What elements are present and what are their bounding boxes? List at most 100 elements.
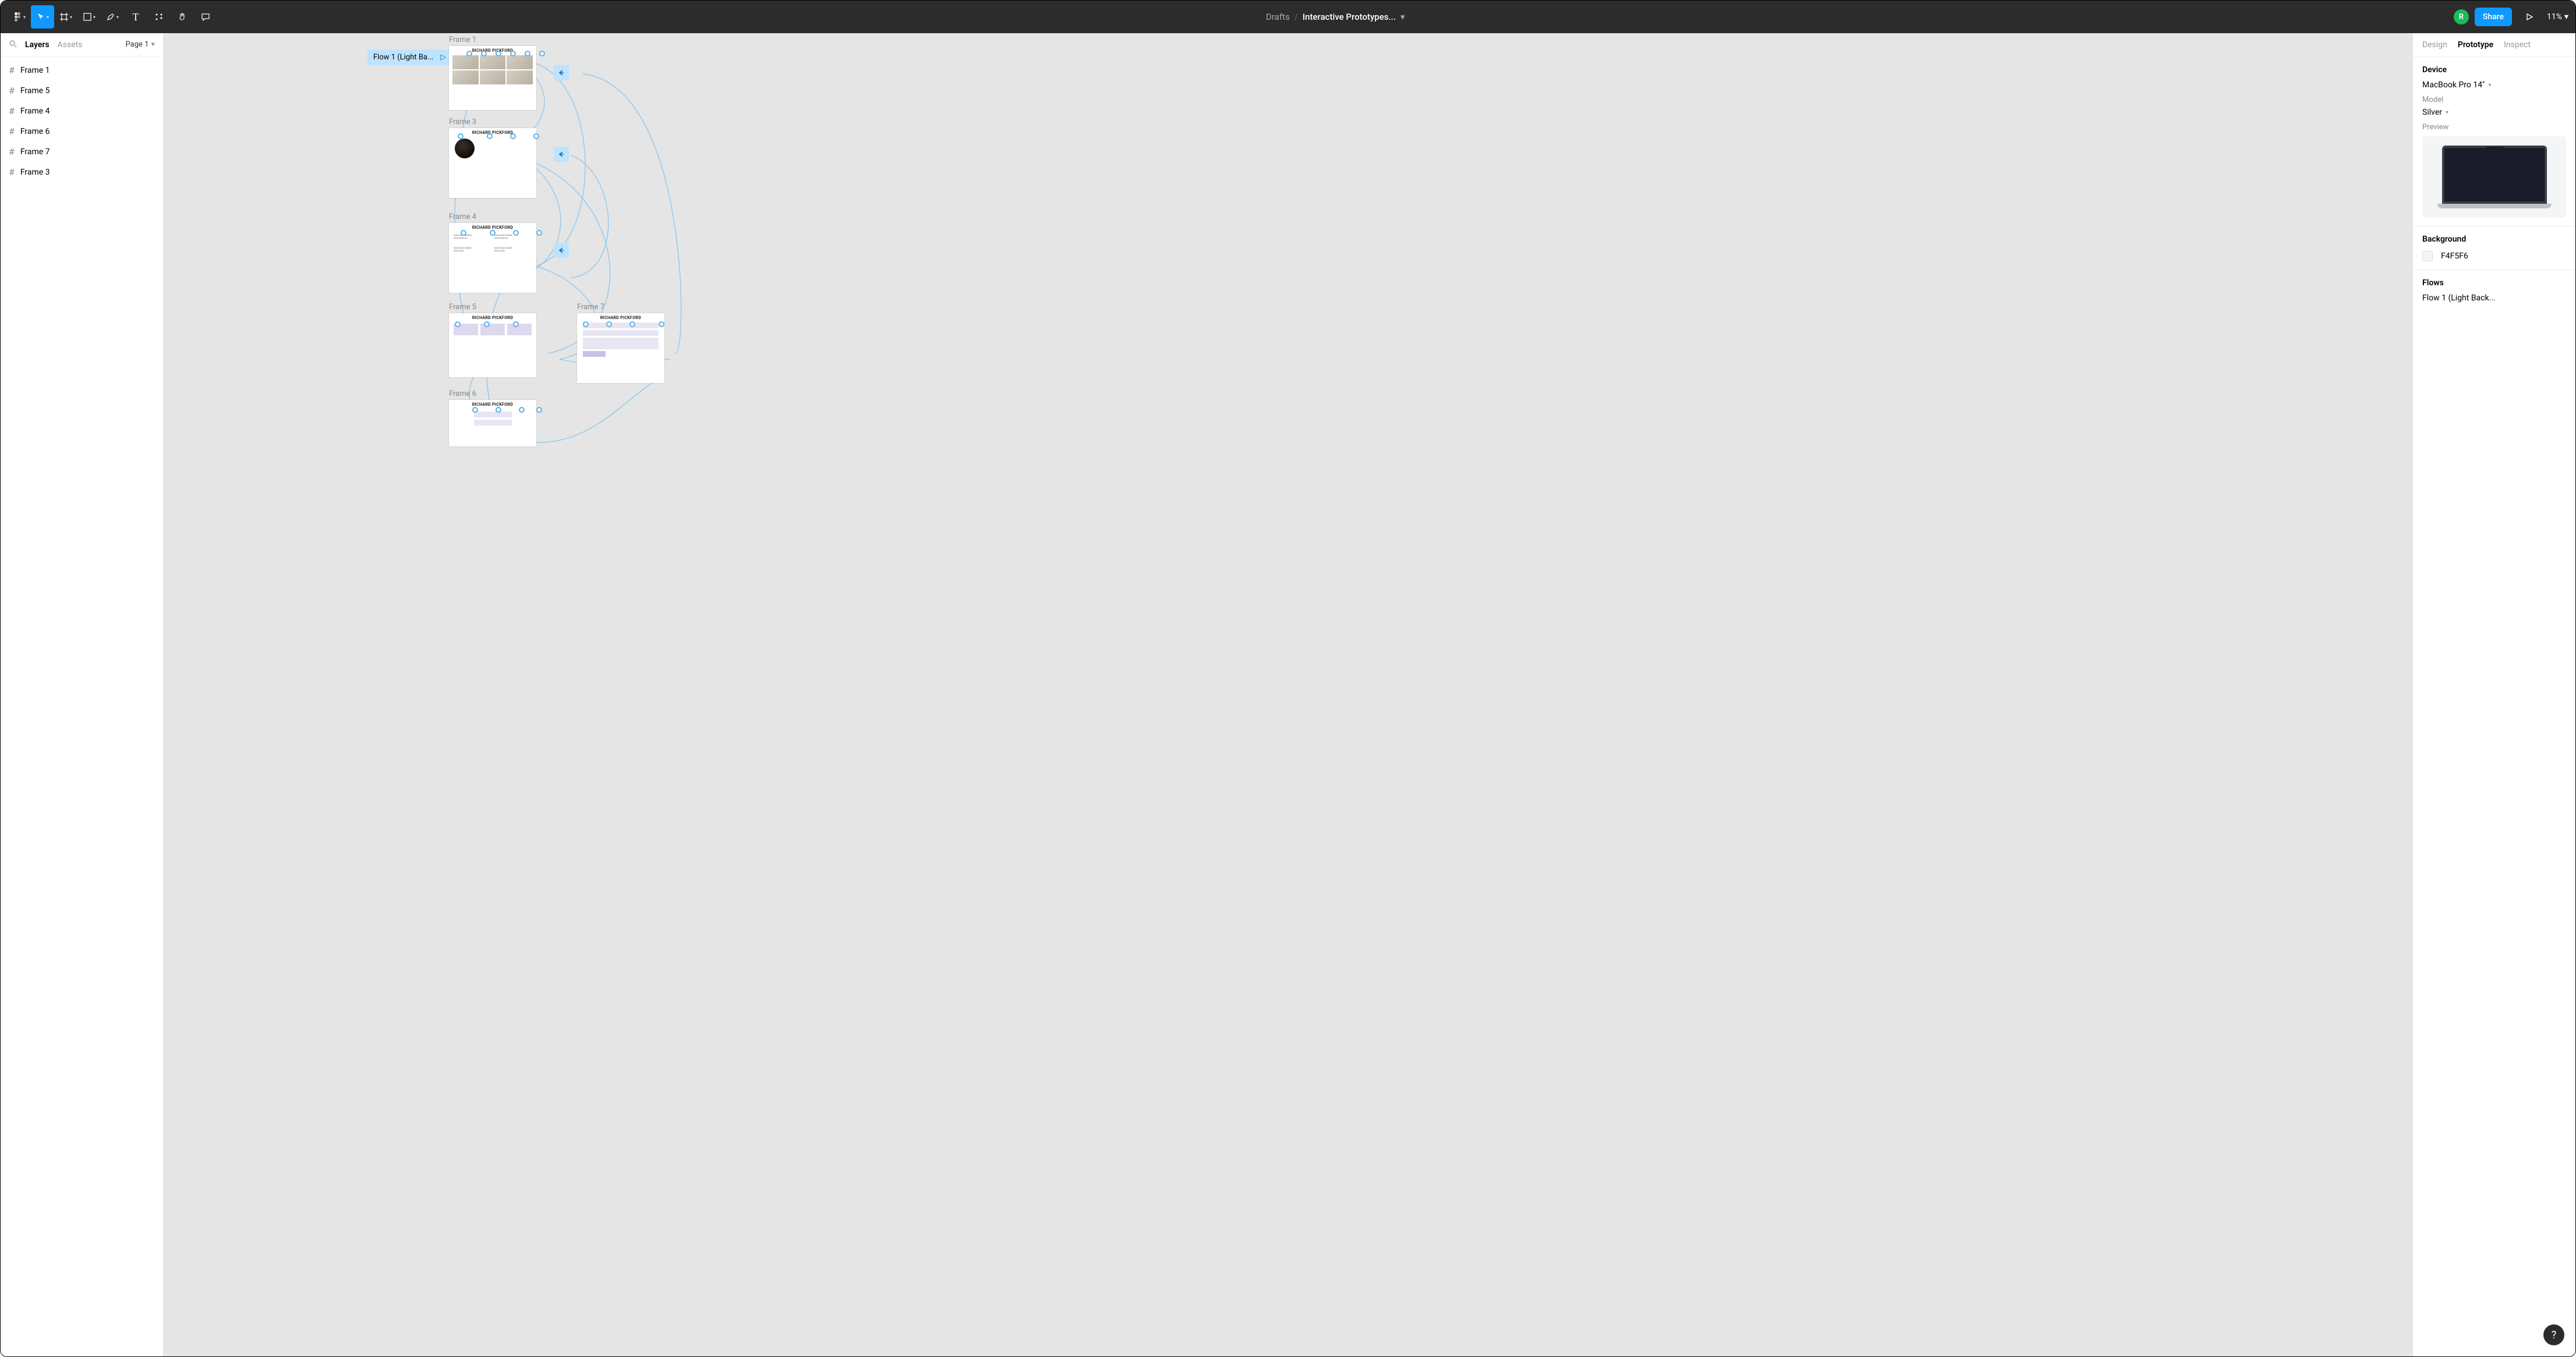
layer-item[interactable]: #Frame 6 bbox=[1, 121, 163, 141]
connection-handle[interactable] bbox=[510, 133, 516, 139]
breadcrumb-root[interactable]: Drafts bbox=[1266, 12, 1290, 22]
hand-tool-button[interactable] bbox=[171, 5, 194, 29]
page-selector[interactable]: Page 1 ▾ bbox=[126, 40, 155, 49]
frame-label[interactable]: Frame 5 bbox=[449, 303, 476, 311]
connection-handle[interactable] bbox=[539, 51, 545, 56]
chevron-down-icon: ▾ bbox=[2446, 109, 2448, 116]
pen-icon bbox=[106, 12, 115, 22]
layer-item[interactable]: #Frame 1 bbox=[1, 60, 163, 80]
connection-handle[interactable] bbox=[510, 51, 516, 56]
background-title: Background bbox=[2422, 235, 2566, 244]
background-value: F4F5F6 bbox=[2441, 251, 2468, 261]
tab-inspect[interactable]: Inspect bbox=[2504, 40, 2531, 49]
present-button[interactable] bbox=[2518, 5, 2541, 29]
connection-handle[interactable] bbox=[606, 321, 612, 327]
connection-handle[interactable] bbox=[513, 230, 519, 236]
connection-handle[interactable] bbox=[629, 321, 635, 327]
layer-item[interactable]: #Frame 4 bbox=[1, 101, 163, 121]
tab-prototype[interactable]: Prototype bbox=[2458, 40, 2493, 49]
connection-handle[interactable] bbox=[519, 407, 525, 413]
frame-label[interactable]: Frame 1 bbox=[449, 36, 476, 44]
thumbnail bbox=[480, 55, 506, 69]
connection-handle[interactable] bbox=[487, 133, 493, 139]
background-section: Background F4F5F6 bbox=[2413, 226, 2575, 270]
comment-tool-button[interactable] bbox=[194, 5, 217, 29]
resources-button[interactable] bbox=[147, 5, 171, 29]
flows-title: Flows bbox=[2422, 278, 2566, 288]
frame-icon bbox=[59, 12, 69, 22]
text-tool-button[interactable]: T bbox=[124, 5, 147, 29]
flow-tag-label: Flow 1 (Light Ba... bbox=[373, 53, 433, 62]
back-interaction-node[interactable] bbox=[554, 65, 569, 80]
device-select[interactable]: MacBook Pro 14" ▾ bbox=[2422, 80, 2566, 90]
chevron-down-icon: ▾ bbox=[47, 15, 49, 20]
device-preview bbox=[2422, 136, 2566, 218]
frame-label[interactable]: Frame 6 bbox=[449, 389, 476, 398]
connection-handle[interactable] bbox=[496, 407, 501, 413]
connection-handle[interactable] bbox=[659, 321, 664, 327]
color-swatch[interactable] bbox=[2422, 251, 2433, 261]
tab-layers[interactable]: Layers bbox=[25, 40, 49, 49]
chevron-down-icon[interactable]: ▾ bbox=[1400, 12, 1405, 22]
layer-item[interactable]: #Frame 5 bbox=[1, 80, 163, 101]
connection-handle[interactable] bbox=[472, 407, 478, 413]
connection-handle[interactable] bbox=[536, 230, 542, 236]
search-icon[interactable] bbox=[9, 39, 17, 50]
connection-handle[interactable] bbox=[458, 133, 463, 139]
share-button[interactable]: Share bbox=[2475, 8, 2512, 26]
connection-handle[interactable] bbox=[513, 321, 519, 327]
flow-start-tag[interactable]: Flow 1 (Light Ba... ▷ bbox=[367, 49, 452, 65]
connection-handle[interactable] bbox=[533, 133, 539, 139]
layer-list: #Frame 1 #Frame 5 #Frame 4 #Frame 6 #Fra… bbox=[1, 56, 163, 186]
connection-handle[interactable] bbox=[481, 51, 487, 56]
tab-design[interactable]: Design bbox=[2422, 40, 2447, 49]
figma-menu-button[interactable]: ▾ bbox=[8, 5, 31, 29]
form-fields bbox=[577, 320, 664, 361]
connection-handle[interactable] bbox=[484, 321, 490, 327]
canvas-frame-1[interactable]: RICHARD PICKFORD bbox=[449, 46, 536, 110]
move-tool-button[interactable]: ▾ bbox=[31, 5, 54, 29]
frame-label[interactable]: Frame 3 bbox=[449, 118, 476, 126]
help-button[interactable]: ? bbox=[2543, 1324, 2564, 1345]
rectangle-icon bbox=[83, 12, 92, 22]
background-row[interactable]: F4F5F6 bbox=[2422, 250, 2566, 261]
cursor-icon bbox=[36, 12, 45, 22]
connection-handle[interactable] bbox=[583, 321, 589, 327]
layer-item[interactable]: #Frame 3 bbox=[1, 162, 163, 182]
connection-handle[interactable] bbox=[525, 51, 530, 56]
resources-icon bbox=[154, 12, 164, 22]
canvas-frame-7[interactable]: RICHARD PICKFORD bbox=[577, 313, 664, 383]
connection-handle[interactable] bbox=[455, 321, 461, 327]
model-select[interactable]: Silver ▾ bbox=[2422, 108, 2566, 117]
shape-tool-button[interactable]: ▾ bbox=[77, 5, 101, 29]
text-columns: ■■■■ ■■■ ■■■■■■■■ ■■■■■■■■ ■■■ ■■■■■■■■ … bbox=[449, 243, 536, 256]
back-interaction-node[interactable] bbox=[554, 147, 569, 162]
connection-handle[interactable] bbox=[490, 230, 496, 236]
connection-handle[interactable] bbox=[496, 51, 501, 56]
connection-handle[interactable] bbox=[536, 407, 542, 413]
toolbar-title-area: Drafts / Interactive Prototypes... ▾ bbox=[217, 12, 2454, 22]
left-panel-tabs: Layers Assets bbox=[25, 40, 118, 49]
tab-assets[interactable]: Assets bbox=[58, 40, 83, 49]
frame-label[interactable]: Frame 4 bbox=[449, 212, 476, 221]
layer-label: Frame 1 bbox=[20, 66, 50, 75]
frame-heading: RICHARD PICKFORD bbox=[449, 400, 536, 407]
zoom-control[interactable]: 11% ▾ bbox=[2547, 12, 2568, 22]
back-interaction-node[interactable] bbox=[554, 243, 569, 258]
connection-handle[interactable] bbox=[461, 230, 466, 236]
thumbnail bbox=[507, 55, 533, 69]
file-title[interactable]: Interactive Prototypes... bbox=[1303, 12, 1396, 22]
canvas-frame-5[interactable]: RICHARD PICKFORD bbox=[449, 313, 536, 377]
pen-tool-button[interactable]: ▾ bbox=[101, 5, 124, 29]
figma-logo-icon bbox=[13, 12, 22, 22]
play-icon: ▷ bbox=[440, 53, 446, 62]
canvas[interactable]: Flow 1 (Light Ba... ▷ bbox=[164, 33, 2412, 1356]
flow-item[interactable]: Flow 1 (Light Back... bbox=[2422, 293, 2566, 303]
connection-handle[interactable] bbox=[466, 51, 472, 56]
frame-label[interactable]: Frame 7 bbox=[577, 303, 604, 311]
layer-label: Frame 4 bbox=[20, 107, 50, 116]
right-panel: Design Prototype Inspect Device MacBook … bbox=[2412, 33, 2575, 1356]
layer-item[interactable]: #Frame 7 bbox=[1, 141, 163, 162]
user-avatar[interactable]: R bbox=[2454, 9, 2469, 24]
frame-tool-button[interactable]: ▾ bbox=[54, 5, 77, 29]
